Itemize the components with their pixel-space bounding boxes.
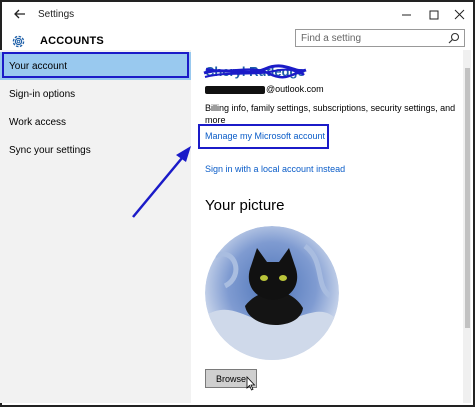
maximize-icon[interactable] [421,6,447,24]
search-input[interactable] [296,30,441,46]
scrollbar[interactable] [463,50,471,403]
sidebar-item-work-access[interactable]: Work access [0,108,191,136]
scrollbar-thumb[interactable] [465,68,470,328]
mouse-cursor-icon [246,376,256,391]
sidebar-item-label: Sync your settings [9,145,91,156]
search-icon[interactable] [448,32,460,44]
account-description: Billing info, family settings, subscript… [205,103,456,125]
profile-picture [205,226,339,360]
search-box[interactable] [295,29,465,47]
redacted-email-user [205,85,265,94]
window-title: Settings [38,9,75,20]
sidebar-item-label: Sign-in options [9,89,76,100]
back-arrow-icon[interactable] [12,6,28,22]
sidebar-item-label: Work access [9,117,67,128]
picture-section-title: Your picture [205,197,285,214]
local-account-link[interactable]: Sign in with a local account instead [205,164,345,174]
sidebar-item-sign-in-options[interactable]: Sign-in options [0,80,191,108]
minimize-icon[interactable] [394,6,420,24]
sidebar-item-sync-settings[interactable]: Sync your settings [0,136,191,164]
manage-account-link[interactable]: Manage my Microsoft account [205,131,325,141]
annotation-highlight-box [2,52,189,78]
gear-icon [12,35,25,48]
sidebar: Your account Sign-in options Work access… [0,50,191,403]
account-email: @outlook.com [205,84,324,94]
close-icon[interactable] [447,6,473,24]
page-title: ACCOUNTS [40,35,104,47]
title-bar: Settings [2,2,473,28]
